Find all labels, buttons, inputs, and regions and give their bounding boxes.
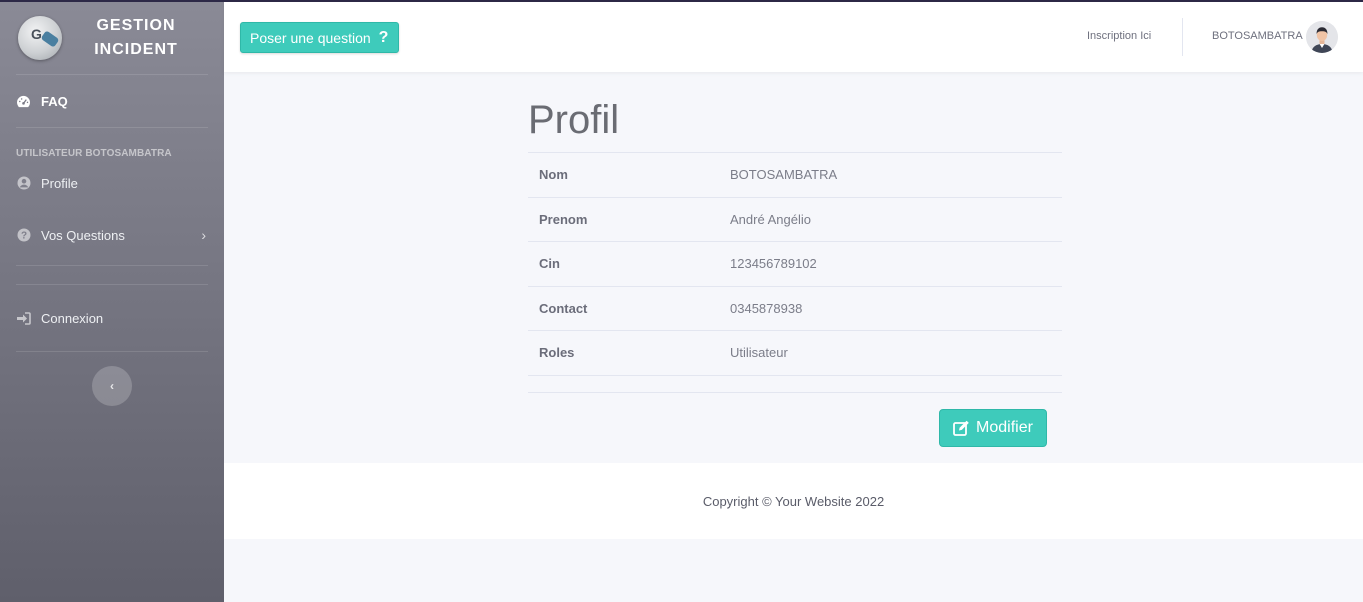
table-row: Contact 0345878938: [528, 285, 1062, 331]
chevron-right-icon: ›: [201, 227, 206, 243]
svg-text:?: ?: [20, 231, 26, 242]
footer: Copyright © Your Website 2022: [224, 463, 1363, 539]
brand-name: GESTION INCIDENT: [94, 17, 178, 58]
user-circle-icon: [16, 176, 31, 191]
edit-icon: [953, 420, 969, 436]
copyright-text: Copyright © Your Website 2022: [702, 493, 885, 509]
user-avatar-icon: [1306, 21, 1338, 53]
sidebar-item-connexion[interactable]: Connexion: [0, 285, 224, 351]
table-row: Nom BOTOSAMBATRA: [528, 152, 1062, 197]
sidebar-item-label: Profile: [41, 175, 78, 191]
sidebar-item-faq[interactable]: FAQ: [0, 75, 224, 127]
row-key: Roles: [528, 330, 718, 376]
table-row: Roles Utilisateur: [528, 330, 1062, 376]
edit-profile-button[interactable]: Modifier: [939, 409, 1047, 447]
brand-logo: G: [18, 16, 62, 60]
question-circle-icon: ?: [16, 228, 31, 243]
sidebar-item-label: Vos Questions: [41, 227, 125, 243]
ask-question-label: Poser une question: [250, 29, 371, 46]
row-value: 123456789102: [718, 241, 1062, 286]
row-value: 0345878938: [718, 285, 1062, 331]
row-key: Contact: [528, 285, 718, 331]
avatar[interactable]: [1306, 21, 1338, 53]
table-divider: [528, 392, 1062, 393]
sign-in-icon: [16, 311, 31, 326]
row-value: André Angélio: [718, 196, 1062, 242]
row-key: Prenom: [528, 196, 718, 242]
row-value: Utilisateur: [718, 330, 1062, 376]
sidebar-divider: [16, 351, 208, 352]
table-row: Cin 123456789102: [528, 241, 1062, 286]
page-title: Profil: [528, 98, 620, 142]
ask-question-button[interactable]: Poser une question ?: [240, 22, 400, 53]
sidebar-section-heading: UTILISATEUR BOTOSAMBATRA: [16, 148, 172, 159]
sidebar-item-label: Connexion: [41, 310, 104, 326]
question-mark-icon: ?: [378, 28, 389, 46]
sidebar-item-label: FAQ: [41, 93, 68, 109]
chevron-left-icon: ‹: [110, 379, 114, 393]
table-row: Prenom André Angélio: [528, 196, 1062, 242]
row-value: BOTOSAMBATRA: [718, 152, 1062, 197]
sidebar-item-profile[interactable]: Profile: [0, 163, 224, 203]
sidebar-toggle-button[interactable]: ‹: [92, 366, 132, 406]
row-key: Nom: [528, 152, 718, 197]
topbar: Poser une question ? Inscription Ici BOT…: [224, 2, 1363, 72]
profile-table: Nom BOTOSAMBATRA Prenom André Angélio Ci…: [528, 152, 1062, 376]
user-name[interactable]: BOTOSAMBATRA: [1212, 30, 1303, 42]
edit-profile-label: Modifier: [976, 419, 1033, 436]
main-content: Profil Nom BOTOSAMBATRA Prenom André Ang…: [224, 72, 1363, 462]
sidebar-item-questions[interactable]: ? Vos Questions ›: [0, 203, 224, 267]
tachometer-icon: [16, 94, 31, 109]
sidebar: G GESTION INCIDENT FAQ UTILISATEUR BOTOS…: [0, 2, 224, 602]
signup-link[interactable]: Inscription Ici: [1087, 30, 1151, 42]
brand[interactable]: G GESTION INCIDENT: [0, 2, 224, 74]
row-key: Cin: [528, 241, 718, 286]
topbar-divider: [1182, 18, 1183, 56]
